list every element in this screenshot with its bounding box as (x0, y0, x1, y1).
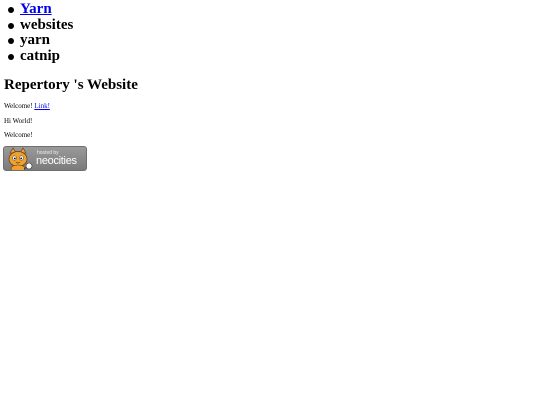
nav-item-websites: websites (7, 16, 74, 34)
nav-item-label: yarn (20, 32, 50, 48)
nav-link-yarn[interactable]: Yarn (20, 1, 52, 17)
welcome-link[interactable]: Link! (34, 102, 50, 110)
nav-item-label: catnip (20, 47, 61, 64)
nav-item-catnip: catnip (7, 47, 73, 65)
nav-item-yarn[interactable]: Yarn (7, 1, 73, 18)
nav-item-yarn-lowercase: yarn (7, 32, 73, 49)
hi-world-paragraph: Hi World! (4, 117, 33, 125)
page-title: Repertory 's Website (4, 77, 138, 93)
neocities-badge[interactable]: hosted by neocities (3, 146, 87, 171)
nav-list: Yarn websites yarn catnip (0, 1, 74, 65)
neocities-cat-icon (8, 147, 33, 170)
welcome-text: Welcome! (4, 102, 35, 110)
welcome-paragraph: Welcome! Link! (4, 102, 50, 111)
welcome-paragraph-2: Welcome! (4, 131, 33, 139)
nav-item-label: websites (20, 16, 74, 33)
badge-brand-text: neocities (36, 155, 77, 167)
page: Yarn websites yarn catnip Repertory 's W… (0, 0, 540, 405)
